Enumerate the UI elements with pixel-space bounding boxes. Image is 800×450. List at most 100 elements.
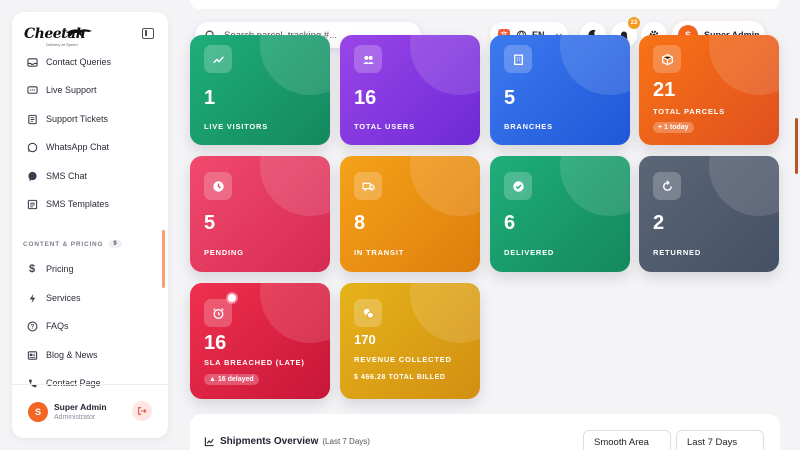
users-icon: [354, 45, 382, 73]
sidebar-item-label: WhatsApp Chat: [46, 142, 110, 152]
logout-button[interactable]: [132, 401, 152, 421]
shipments-overview-panel: Shipments Overview (Last 7 Days) Smooth …: [190, 414, 780, 450]
stat-card-total-parcels[interactable]: 21 TOTAL PARCELS + 1 today: [639, 35, 779, 145]
sidebar-user-name: Super Admin: [54, 402, 107, 412]
inbox-icon: [26, 56, 38, 68]
stat-label: TOTAL USERS: [354, 122, 415, 131]
chart-icon: [204, 45, 232, 73]
whatsapp-icon: [26, 141, 38, 153]
stat-label: RETURNED: [653, 248, 702, 257]
stat-card-revenue[interactable]: 170 REVENUE COLLECTED $ 466.28 TOTAL BIL…: [340, 283, 480, 399]
stat-value: 5: [204, 212, 216, 234]
section-label: CONTENT & PRICING: [23, 240, 104, 248]
stat-card-sla-breached[interactable]: 16 SLA BREACHED (LATE) ▲ 16 delayed: [190, 283, 330, 399]
date-range-select[interactable]: Last 7 Days: [676, 430, 764, 450]
sidebar-item-label: SMS Chat: [46, 171, 88, 181]
check-circle-icon: [504, 172, 532, 200]
sidebar-collapse-icon[interactable]: [142, 28, 154, 39]
stat-value: 16: [204, 332, 227, 354]
stat-label: LIVE VISITORS: [204, 122, 269, 131]
section-count-badge: 9: [109, 240, 122, 248]
rotate-icon: [653, 172, 681, 200]
truck-icon: [354, 172, 382, 200]
ticket-icon: [26, 113, 38, 125]
stat-value: 5: [504, 87, 516, 109]
chart-line-icon: [204, 437, 214, 447]
template-icon: [26, 198, 38, 210]
alarm-icon: [204, 299, 232, 327]
newspaper-icon: [26, 349, 38, 361]
stat-value: 8: [354, 212, 366, 234]
stat-value: 21: [653, 79, 676, 101]
stat-card-live-visitors[interactable]: 1 LIVE VISITORS: [190, 35, 330, 145]
avatar[interactable]: S: [28, 402, 48, 422]
logout-icon: [138, 407, 147, 415]
sidebar-item-support-tickets[interactable]: Support Tickets: [26, 109, 108, 129]
stat-card-returned[interactable]: 2 RETURNED: [639, 156, 779, 272]
sidebar-item-live-support[interactable]: Live Support: [26, 80, 97, 100]
stat-value: 170: [354, 332, 376, 347]
stat-label: IN TRANSIT: [354, 248, 405, 257]
total-billed: $ 466.28 TOTAL BILLED: [354, 374, 446, 381]
stat-label: TOTAL PARCELS: [653, 107, 725, 116]
coins-icon: [354, 299, 382, 327]
chart-type-select[interactable]: Smooth Area: [583, 430, 671, 450]
stat-label: DELIVERED: [504, 248, 555, 257]
alert-indicator-dot: [228, 294, 236, 302]
stat-value: 6: [504, 212, 516, 234]
sidebar-item-label: Pricing: [46, 264, 74, 274]
sidebar-user-role: Administrator: [54, 414, 96, 421]
sidebar-item-faqs[interactable]: ? FAQs: [26, 316, 69, 336]
panel-title-text: Shipments Overview: [220, 436, 319, 447]
svg-text:?: ?: [30, 323, 34, 330]
sidebar-item-whatsapp-chat[interactable]: WhatsApp Chat: [26, 137, 109, 157]
section-heading-content-pricing: CONTENT & PRICING 9: [23, 240, 122, 248]
brand-tagline: Delivery at Speed: [46, 42, 78, 47]
sidebar-item-label: Blog & News: [46, 350, 98, 360]
page-scrollbar[interactable]: [795, 118, 798, 174]
sidebar-item-sms-chat[interactable]: SMS Chat: [26, 166, 87, 186]
sidebar-item-label: Support Tickets: [46, 114, 109, 124]
stat-value: 16: [354, 87, 377, 109]
stat-value: 2: [653, 212, 665, 234]
sms-chat-icon: [26, 170, 38, 182]
cheetah-logo-icon: [66, 29, 92, 36]
sidebar-item-label: Contact Queries: [46, 57, 112, 67]
building-icon: [504, 45, 532, 73]
question-icon: ?: [26, 320, 38, 332]
sidebar: Cheetah Delivery at Speed Contact Querie…: [12, 12, 168, 438]
stat-card-branches[interactable]: 5 BRANCHES: [490, 35, 630, 145]
stat-card-total-users[interactable]: 16 TOTAL USERS: [340, 35, 480, 145]
warning-icon: ▲: [209, 376, 216, 383]
sidebar-item-blog-news[interactable]: Blog & News: [26, 345, 98, 365]
sidebar-item-services[interactable]: Services: [26, 288, 81, 308]
status-badge: ▲ 16 delayed: [204, 374, 259, 385]
sidebar-item-label: FAQs: [46, 321, 69, 331]
sidebar-user-panel: S Super Admin Administrator: [12, 384, 168, 438]
sidebar-item-label: Live Support: [46, 85, 97, 95]
stat-card-delivered[interactable]: 6 DELIVERED: [490, 156, 630, 272]
notification-count-badge: 23: [628, 17, 640, 29]
sidebar-item-pricing[interactable]: $ Pricing: [26, 259, 74, 279]
dollar-icon: $: [28, 263, 36, 275]
stat-label: SLA BREACHED (LATE): [204, 358, 305, 367]
chat-dots-icon: [26, 84, 38, 96]
clock-icon: [204, 172, 232, 200]
top-panel-edge: [190, 0, 780, 9]
stat-card-in-transit[interactable]: 8 IN TRANSIT: [340, 156, 480, 272]
sidebar-item-label: Services: [46, 293, 81, 303]
status-badge: + 1 today: [653, 122, 694, 133]
sidebar-item-sms-templates[interactable]: SMS Templates: [26, 194, 109, 214]
sidebar-item-label: SMS Templates: [46, 199, 109, 209]
stat-card-pending[interactable]: 5 PENDING: [190, 156, 330, 272]
stat-value: 1: [204, 87, 216, 109]
sidebar-item-contact-queries[interactable]: Contact Queries: [26, 52, 111, 72]
bolt-icon: [26, 292, 38, 304]
stat-label: PENDING: [204, 248, 244, 257]
panel-title: Shipments Overview (Last 7 Days): [204, 436, 370, 447]
sidebar-scrollbar[interactable]: [162, 230, 165, 288]
stat-label: REVENUE COLLECTED: [354, 355, 452, 364]
panel-period-note: (Last 7 Days): [322, 437, 370, 446]
delayed-count: 16 delayed: [217, 376, 254, 383]
box-icon: [653, 45, 681, 73]
